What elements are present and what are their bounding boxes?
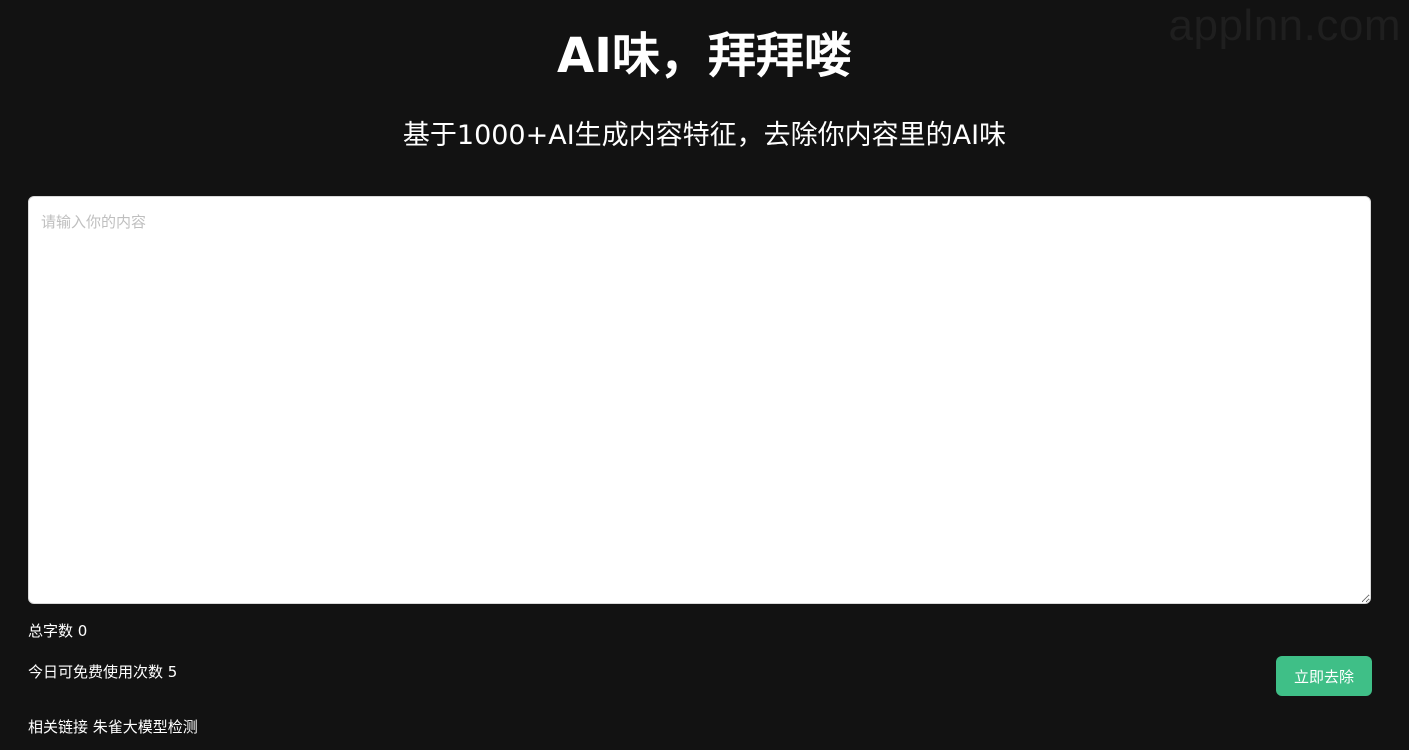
word-count-label: 总字数 bbox=[28, 622, 74, 640]
word-count: 总字数 0 bbox=[28, 622, 87, 642]
word-count-value: 0 bbox=[77, 622, 88, 640]
page-subtitle: 基于1000+AI生成内容特征，去除你内容里的AI味 bbox=[402, 120, 1007, 151]
related-links-label: 相关链接 bbox=[28, 718, 89, 736]
free-usage-value: 5 bbox=[167, 663, 178, 681]
zhuque-detection-link[interactable]: 朱雀大模型检测 bbox=[93, 718, 198, 736]
page-title: AI味，拜拜喽 bbox=[556, 28, 852, 84]
related-links: 相关链接 朱雀大模型检测 bbox=[28, 718, 198, 738]
page: applnn.com AI味，拜拜喽 基于1000+AI生成内容特征，去除你内容… bbox=[0, 0, 1409, 750]
free-usage-label: 今日可免费使用次数 bbox=[28, 663, 164, 681]
free-usage-count: 今日可免费使用次数 5 bbox=[28, 663, 177, 683]
remove-ai-button[interactable]: 立即去除 bbox=[1276, 656, 1372, 696]
content-input[interactable] bbox=[28, 196, 1371, 604]
